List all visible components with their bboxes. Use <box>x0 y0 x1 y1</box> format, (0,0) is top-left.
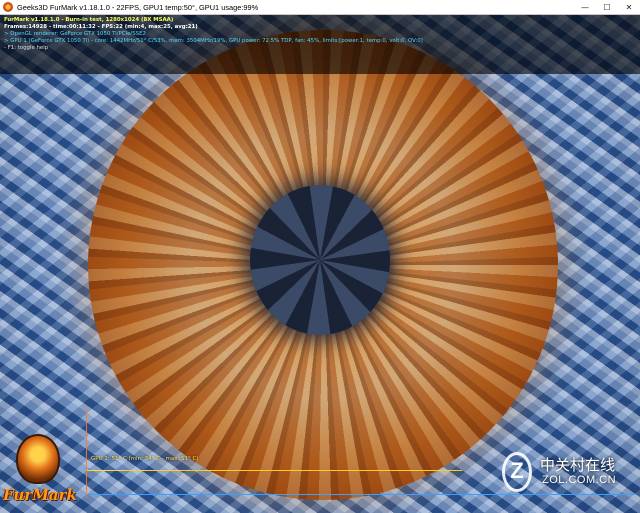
close-button[interactable]: ✕ <box>618 0 640 15</box>
osd-renderer-line: > OpenGL renderer: GeForce GTX 1050 Ti/P… <box>4 31 146 37</box>
zol-watermark-cn: 中关村在线 <box>540 456 616 474</box>
furmark-logo: FurMark <box>0 430 77 510</box>
window-controls: — ☐ ✕ <box>574 0 640 15</box>
osd-overlay: FurMark v1.18.1.0 - Burn-in test, 1280x1… <box>0 15 640 74</box>
zol-watermark-en: ZOL.COM.CN <box>542 474 617 486</box>
window-title: Geeks3D FurMark v1.18.1.0 - 22FPS, GPU1 … <box>17 2 259 12</box>
osd-frames-line: Frames:14928 - time:00:11:32 - FPS:22 (m… <box>4 24 198 30</box>
maximize-button[interactable]: ☐ <box>596 0 618 15</box>
title-bar[interactable]: Geeks3D FurMark v1.18.1.0 - 22FPS, GPU1 … <box>0 0 640 15</box>
furmark-logo-icon <box>16 434 60 484</box>
osd-title-line: FurMark v1.18.1.0 - Burn-in test, 1280x1… <box>4 17 174 23</box>
furmark-app-icon <box>3 2 13 12</box>
osd-help-line: - F1: toggle help <box>4 45 49 51</box>
minimize-button[interactable]: — <box>574 0 596 15</box>
temperature-graph-line <box>87 470 462 471</box>
fur-pupil <box>250 185 390 335</box>
temperature-graph-label: GPU 1: 51° C (min: 34° C - max: 51° C) <box>91 456 199 462</box>
osd-gpu-line: > GPU 1 (GeForce GTX 1050 Ti) - core: 14… <box>4 38 423 44</box>
zol-watermark: Z 中关村在线 ZOL.COM.CN <box>500 450 635 500</box>
furmark-window: Geeks3D FurMark v1.18.1.0 - 22FPS, GPU1 … <box>0 0 640 513</box>
zol-mark-icon: Z <box>502 452 532 492</box>
furmark-logo-text: FurMark <box>3 486 77 504</box>
